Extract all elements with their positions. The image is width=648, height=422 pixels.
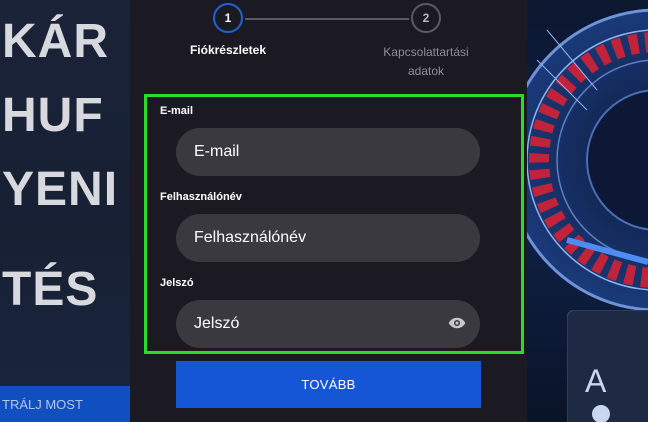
password-input[interactable] (176, 300, 480, 348)
promo-text-line-1: KÁR (2, 15, 109, 68)
promo-banner: KÁR HUF YENI TÉS TRÁLJ MOST (0, 0, 130, 422)
step-1-label: Fiókrészletek (189, 43, 267, 57)
step-2-label-line-1: Kapcsolattartási (383, 45, 469, 59)
eye-icon[interactable] (448, 316, 466, 330)
stepper-connector (245, 18, 409, 20)
step-2-indicator: 2 (411, 3, 441, 33)
promo-text-line-3: YENI (2, 163, 119, 216)
ace-card-icon: A (567, 310, 648, 422)
promo-text-line-4: TÉS (2, 263, 99, 316)
promo-cta-button[interactable]: TRÁLJ MOST (0, 386, 130, 422)
promo-text-line-2: HUF (2, 89, 104, 142)
username-input[interactable] (176, 214, 480, 262)
email-input[interactable] (176, 128, 480, 176)
casino-decor: A (527, 0, 648, 422)
next-button[interactable]: TOVÁBB (176, 361, 481, 408)
registration-panel: 1 2 Fiókrészletek Kapcsolattartási adato… (130, 0, 527, 422)
username-label: Felhasználónév (160, 191, 242, 203)
svg-text:A: A (585, 363, 607, 399)
email-label: E-mail (160, 105, 194, 117)
password-label: Jelszó (160, 277, 194, 289)
step-1-indicator: 1 (213, 3, 243, 33)
step-2-label: Kapcsolattartási adatok (366, 43, 486, 81)
step-2-label-line-2: adatok (407, 64, 445, 78)
